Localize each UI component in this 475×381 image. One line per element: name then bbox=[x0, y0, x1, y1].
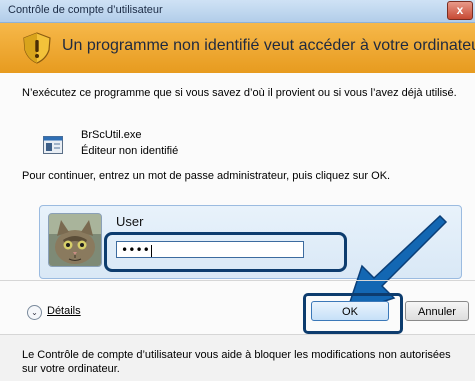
title-bar: Contrôle de compte d’utilisateur x bbox=[0, 0, 475, 23]
chevron-down-icon[interactable]: ⌄ bbox=[27, 305, 42, 320]
user-name: User bbox=[116, 214, 144, 229]
section-divider bbox=[0, 280, 475, 281]
cancel-button[interactable]: Annuler bbox=[405, 301, 469, 321]
details-link[interactable]: Détails bbox=[47, 305, 81, 317]
close-button[interactable]: x bbox=[447, 1, 473, 20]
program-publisher: Éditeur non identifié bbox=[81, 145, 179, 157]
warning-banner: Un programme non identifié veut accéder … bbox=[0, 23, 475, 73]
warning-message: N’exécutez ce programme que si vous save… bbox=[22, 87, 457, 99]
program-icon bbox=[43, 136, 63, 154]
password-field[interactable]: •••• bbox=[116, 241, 304, 258]
window-title: Contrôle de compte d’utilisateur bbox=[8, 4, 163, 16]
program-name: BrScUtil.exe bbox=[81, 129, 142, 141]
footer-text: Le Contrôle de compte d’utilisateur vous… bbox=[22, 349, 451, 375]
text-caret bbox=[150, 244, 152, 257]
banner-text: Un programme non identifié veut accéder … bbox=[62, 37, 475, 54]
instruction-text: Pour continuer, entrez un mot de passe a… bbox=[22, 170, 391, 182]
warning-shield-icon bbox=[23, 32, 51, 64]
uac-dialog: Contrôle de compte d’utilisateur x Un pr… bbox=[0, 0, 475, 381]
password-mask: •••• bbox=[121, 243, 150, 257]
ok-button[interactable]: OK bbox=[311, 301, 389, 321]
user-avatar bbox=[48, 213, 102, 267]
